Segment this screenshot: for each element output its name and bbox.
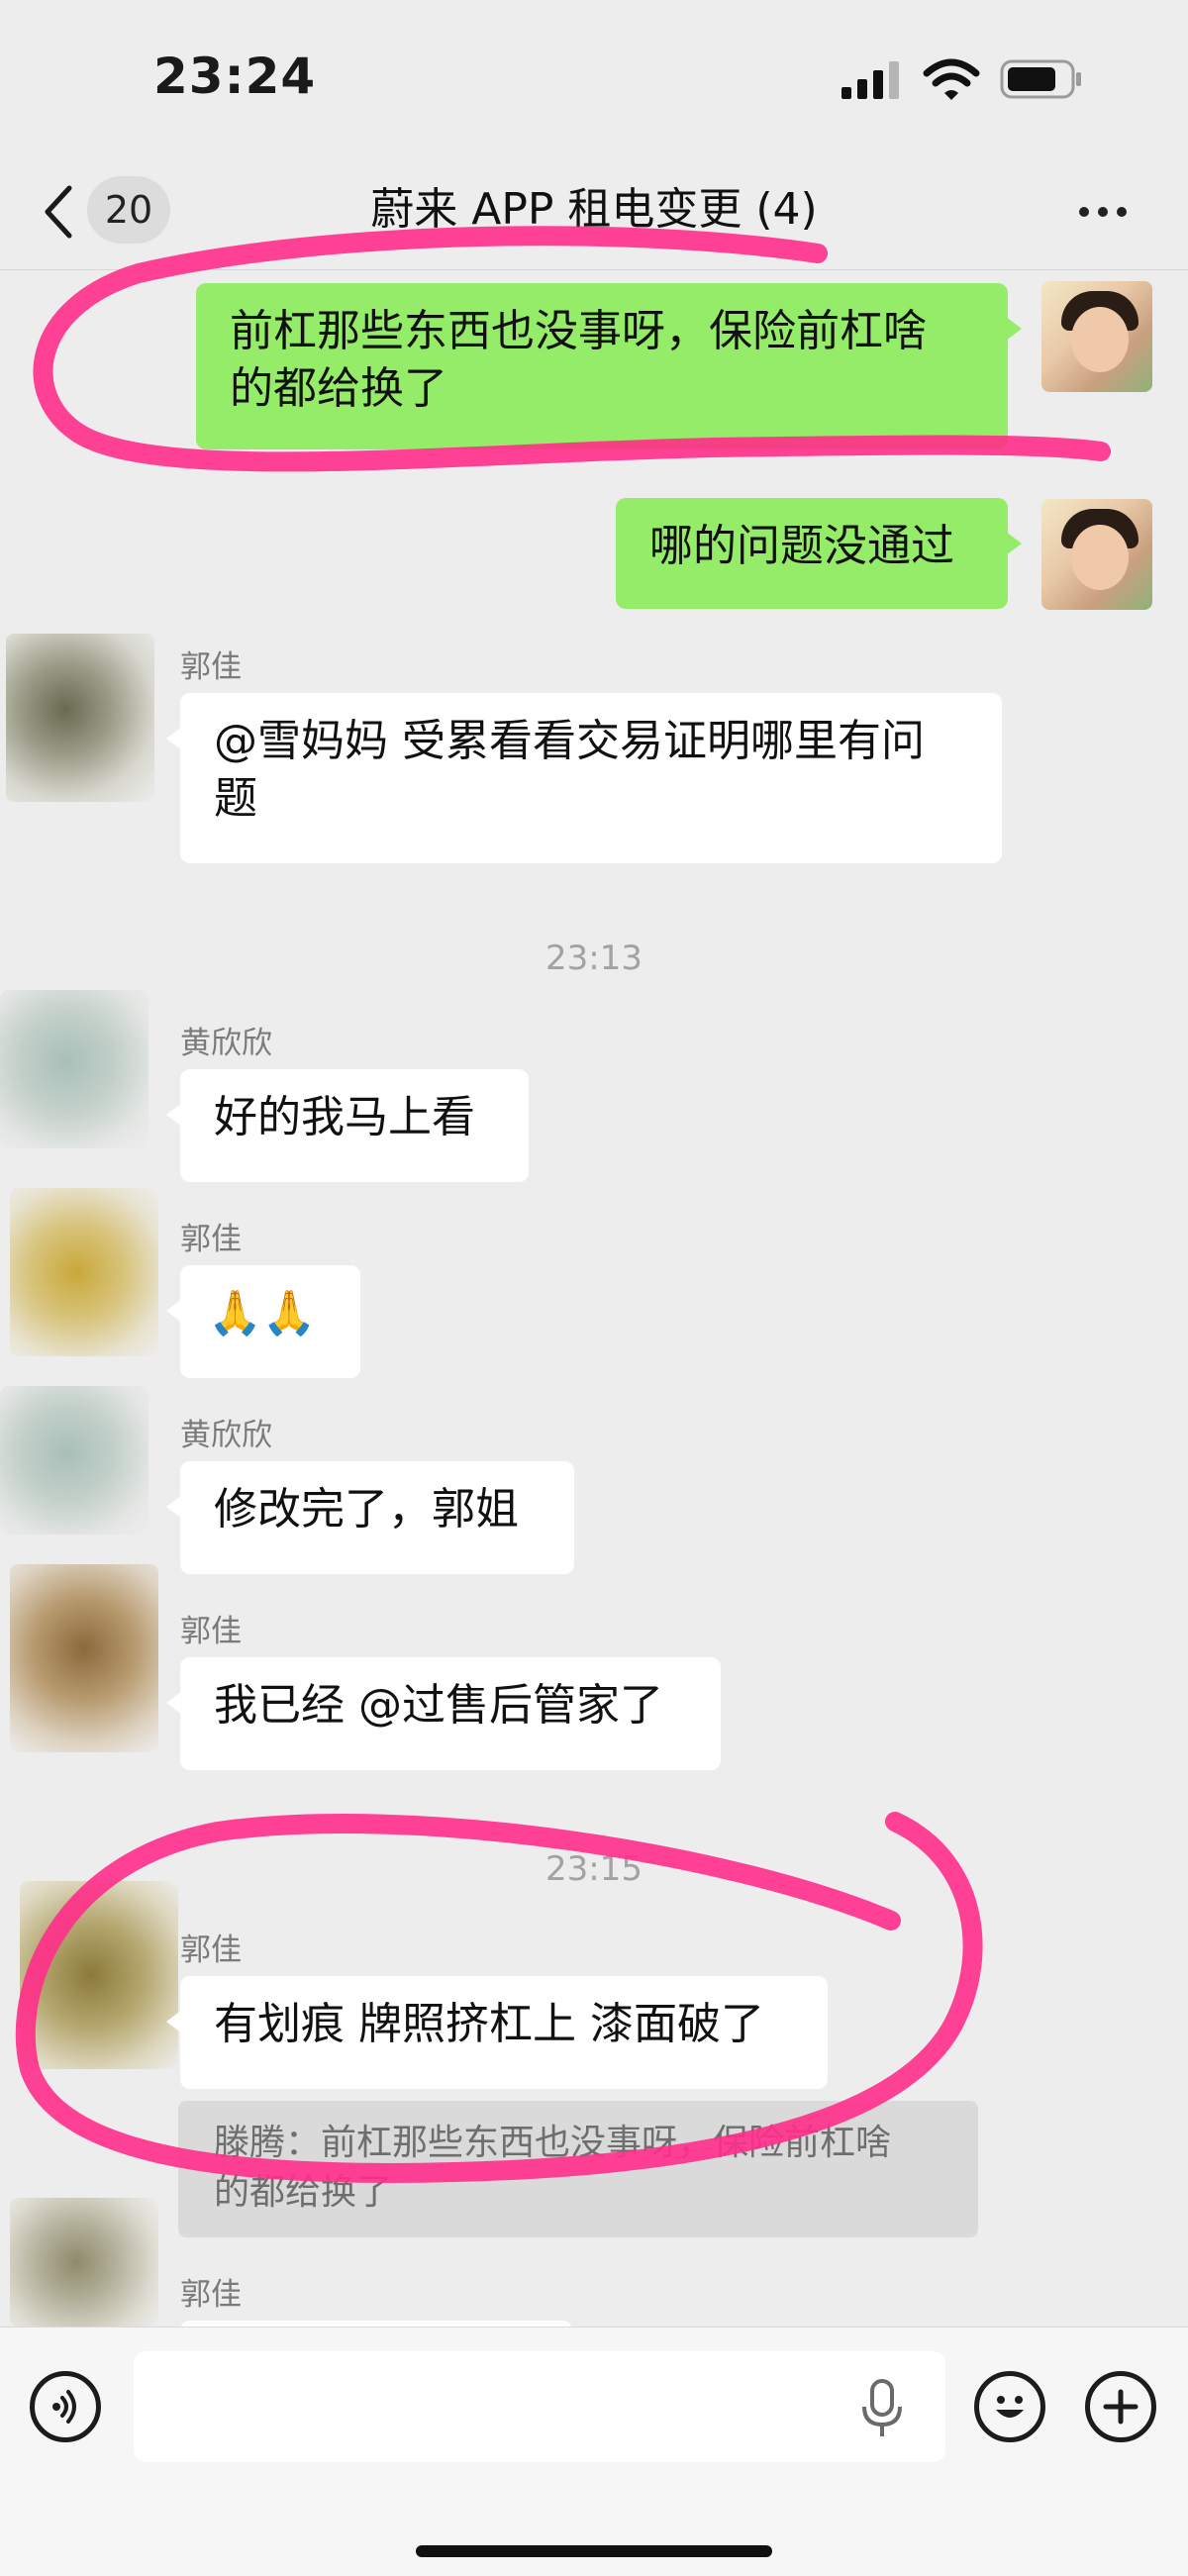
timestamp: 23:13 (545, 939, 643, 978)
my-avatar[interactable] (1041, 281, 1152, 392)
message-text: 有划痕 牌照挤杠上 漆面破了 (214, 1999, 764, 2049)
wifi-icon (923, 58, 980, 100)
message-text: @雪妈妈 受累看看交易证明哪里有问 (214, 716, 925, 766)
more-icon[interactable] (1079, 202, 1138, 226)
member-avatar[interactable] (10, 1188, 158, 1356)
message-text: 的都给换了 (230, 363, 447, 414)
chat-header: 20 蔚来 APP 租电变更 (4) (0, 158, 1188, 270)
status-time: 23:24 (153, 48, 317, 105)
voice-icon[interactable] (30, 2371, 101, 2442)
plus-icon[interactable] (1085, 2371, 1156, 2442)
message-text: 题 (214, 773, 257, 824)
emoji-icon[interactable] (974, 2371, 1045, 2442)
timestamp: 23:15 (545, 1849, 643, 1889)
message-bubble[interactable]: 🙏🙏 (166, 1265, 360, 1378)
member-avatar[interactable] (10, 1564, 158, 1752)
message-bubble[interactable]: 前杠那些东西也没事呀，保险前杠啥 的都给换了 (196, 283, 1022, 449)
message-input[interactable] (134, 2351, 945, 2462)
signal-icon (842, 61, 899, 99)
message-text: 好的我马上看 (214, 1092, 475, 1142)
message-bubble[interactable]: @雪妈妈 受累看看交易证明哪里有问 题 (166, 693, 1002, 863)
sender-name: 黄欣欣 (180, 1026, 272, 1061)
quote-text: 的都给换了 (214, 2172, 393, 2213)
sender-name: 郭佳 (180, 1932, 242, 1968)
mic-icon[interactable] (859, 2379, 905, 2438)
message-text: 🙏🙏 (208, 1288, 317, 1338)
input-bar (0, 2327, 1188, 2576)
quoted-reply[interactable]: 滕腾：前杠那些东西也没事呀，保险前杠啥 的都给换了 (178, 2101, 978, 2237)
chat-title: 蔚来 APP 租电变更 (4) (370, 184, 818, 235)
message-bubble[interactable]: 哪的问题没通过 (616, 498, 1022, 609)
sender-name: 郭佳 (180, 649, 242, 685)
message-bubble[interactable]: 修改完了，郭姐 (166, 1461, 574, 1574)
message-bubble[interactable]: 有划痕 牌照挤杠上 漆面破了 (166, 1976, 828, 2089)
message-text: 我已经 @过售后管家了 (214, 1680, 663, 1731)
sender-name: 郭佳 (180, 1222, 242, 1257)
member-avatar[interactable] (0, 1386, 148, 1535)
sender-name: 郭佳 (180, 1614, 242, 1649)
member-avatar[interactable] (20, 1881, 178, 2069)
message-text: 修改完了，郭姐 (214, 1484, 519, 1535)
sender-name: 黄欣欣 (180, 1418, 272, 1453)
home-indicator (416, 2545, 772, 2557)
sender-name: 郭佳 (180, 2277, 242, 2313)
message-text: 哪的问题没通过 (649, 521, 954, 571)
status-bar: 23:24 (0, 0, 1188, 158)
battery-icon (1000, 59, 1081, 99)
member-avatar[interactable] (6, 634, 154, 802)
quote-text: 滕腾：前杠那些东西也没事呀，保险前杠啥 (214, 2123, 892, 2163)
message-bubble[interactable]: 我已经 @过售后管家了 (166, 1657, 721, 1770)
member-avatar[interactable] (0, 990, 148, 1148)
my-avatar[interactable] (1041, 499, 1152, 610)
message-bubble[interactable]: 好的我马上看 (166, 1069, 529, 1182)
message-text: 前杠那些东西也没事呀，保险前杠啥 (230, 306, 927, 356)
member-avatar[interactable] (10, 2198, 158, 2327)
